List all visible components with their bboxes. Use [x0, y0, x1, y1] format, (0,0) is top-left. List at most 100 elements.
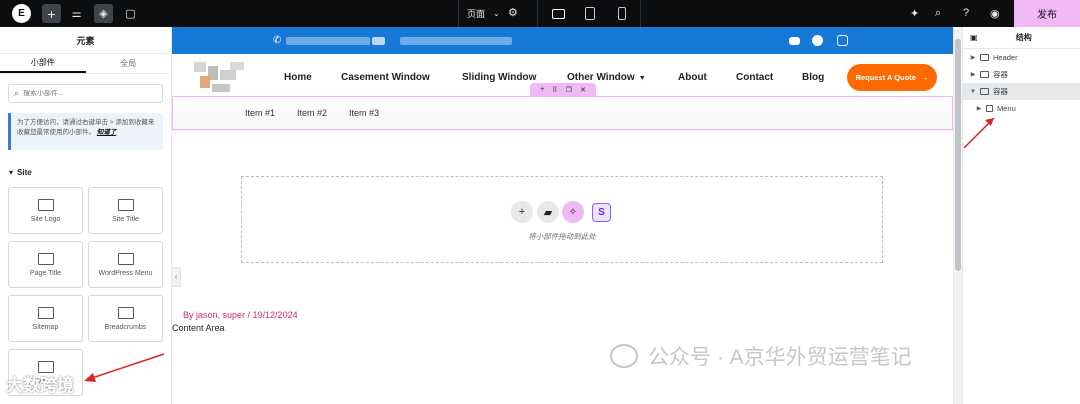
structure-panel: ▣ 结构 ▶ Header ▶ 容器 ▼ 容器 ▶ Menu	[962, 27, 1080, 404]
nav-blog[interactable]: Blog	[802, 72, 824, 83]
notice-dismiss-link[interactable]: 知道了	[97, 129, 117, 136]
nav-sliding-window[interactable]: Sliding Window	[462, 72, 536, 83]
nav-other-window[interactable]: Other Window ▼	[567, 72, 646, 83]
nav-home[interactable]: Home	[284, 72, 312, 83]
widget-label: Page Title	[29, 269, 62, 277]
notice-text: 为了方便访问，请通过右键单击 > 添加到收藏来收藏您最常使用的小部件。	[17, 119, 155, 136]
editor-canvas: ✆ Home Casement Window Sliding Window Ot…	[172, 27, 953, 404]
content-area-label: Content Area	[172, 323, 225, 333]
tree-item-container[interactable]: ▶ 容器	[963, 66, 1080, 83]
editor-topbar: E + ⚌ ◈ ▢ 页面 ⌄ ⚙ ✦ ⌕ ? ◉ 发布	[0, 0, 1080, 27]
tree-item-header[interactable]: ▶ Header	[963, 49, 1080, 66]
help-icon[interactable]: ?	[963, 7, 969, 19]
caret-down-icon[interactable]: ▼	[969, 89, 977, 95]
container-icon	[980, 54, 989, 61]
menu-item[interactable]: Item #3	[349, 108, 379, 118]
widget-search-input[interactable]	[23, 90, 154, 97]
wechat-icon	[610, 344, 638, 368]
caret-right-icon[interactable]: ▶	[975, 105, 983, 112]
nav-casement-window[interactable]: Casement Window	[341, 72, 430, 83]
container-icon	[980, 71, 989, 78]
layers-icon[interactable]: ◈	[94, 4, 113, 23]
tree-item-container-selected[interactable]: ▼ 容器	[963, 83, 1080, 100]
close-icon[interactable]: ✕	[580, 86, 586, 94]
notifications-icon[interactable]: ✦	[910, 7, 919, 20]
tree-label: Menu	[997, 104, 1016, 113]
device-switcher	[537, 0, 641, 27]
widget-site-title[interactable]: Site Title	[88, 187, 163, 234]
structure-header: ▣ 结构	[963, 27, 1080, 49]
chevron-down-icon: ⌄	[493, 9, 500, 18]
request-quote-button[interactable]: Request A Quote →	[847, 64, 937, 91]
panel-title: 元素	[0, 27, 171, 54]
tree-label: Header	[993, 53, 1018, 62]
scroll-thumb[interactable]	[955, 39, 961, 271]
blurred-contact	[372, 37, 385, 45]
menu-item[interactable]: Item #1	[245, 108, 275, 118]
sitemap-icon	[37, 306, 54, 319]
desktop-icon[interactable]	[552, 9, 565, 19]
instagram-icon[interactable]	[837, 35, 848, 46]
elementor-logo-icon[interactable]: E	[12, 4, 31, 23]
search-icon[interactable]: ⌕	[935, 7, 941, 20]
preview-eye-icon[interactable]: ◉	[990, 7, 1000, 20]
tablet-icon[interactable]	[585, 7, 595, 20]
add-section-button[interactable]: +	[511, 201, 533, 223]
caret-right-icon[interactable]: ▶	[969, 71, 977, 78]
ai-sparkle-icon[interactable]: ✧	[562, 201, 584, 223]
nav-about[interactable]: About	[678, 72, 707, 83]
structure-title: 结构	[1015, 33, 1032, 42]
arrow-right-icon: →	[920, 73, 929, 82]
add-icon[interactable]: +	[540, 86, 544, 93]
widget-label: Breadcrumbs	[104, 323, 147, 331]
publish-button[interactable]: 发布	[1014, 0, 1080, 27]
site-logo-icon	[37, 198, 54, 211]
canvas-scrollbar[interactable]	[953, 27, 962, 404]
mobile-icon[interactable]	[618, 7, 626, 20]
caret-right-icon[interactable]: ▶	[969, 54, 977, 61]
section-site[interactable]: ▾ Site	[9, 168, 32, 177]
starter-kit-icon[interactable]: S	[592, 203, 611, 222]
site-topbar: ✆	[172, 27, 953, 54]
widget-label: Site Logo	[30, 215, 61, 223]
gear-icon[interactable]: ⚙	[508, 6, 518, 19]
page-select-label: 页面	[467, 9, 486, 19]
widget-page-title[interactable]: Page Title	[8, 241, 83, 288]
collapse-all-icon[interactable]: ▣	[970, 33, 978, 42]
blurred-contact	[400, 37, 512, 45]
duplicate-icon[interactable]: ❐	[566, 86, 572, 94]
tree-item-menu[interactable]: ▶ Menu	[963, 100, 1080, 117]
widget-wordpress-menu[interactable]: WordPress Menu	[88, 241, 163, 288]
container-edit-handle[interactable]: + ⠿ ❐ ✕	[530, 83, 596, 96]
tab-widgets[interactable]: 小部件	[0, 54, 86, 73]
collapse-panel-button[interactable]: ‹	[172, 267, 181, 287]
site-logo[interactable]	[194, 62, 248, 96]
container-icon	[980, 88, 989, 95]
widget-breadcrumbs[interactable]: Breadcrumbs	[88, 295, 163, 342]
menu-container[interactable]: Item #1 Item #2 Item #3	[172, 96, 953, 130]
add-element-button[interactable]: +	[42, 4, 61, 23]
pinterest-icon[interactable]	[812, 35, 823, 46]
breadcrumbs-icon	[117, 306, 134, 319]
widget-drop-zone[interactable]: + ▰ ✧ S 将小部件拖动到此处	[241, 176, 883, 263]
widget-site-logo[interactable]: Site Logo	[8, 187, 83, 234]
section-title: Site	[17, 168, 32, 177]
page-title-icon	[37, 252, 54, 265]
comment-icon[interactable]: ▢	[121, 4, 140, 23]
caret-down-icon: ▼	[638, 75, 646, 82]
drag-handle-icon[interactable]: ⠿	[552, 86, 557, 94]
youtube-icon[interactable]	[789, 37, 800, 45]
tab-global[interactable]: 全局	[86, 54, 172, 73]
widget-label: Sitemap	[32, 323, 59, 331]
widget-search[interactable]: ⌕	[8, 84, 163, 103]
site-title-icon	[117, 198, 134, 211]
widget-label: WordPress Menu	[98, 269, 153, 277]
quote-label: Request A Quote	[855, 73, 916, 82]
template-library-icon[interactable]: ▰	[537, 201, 559, 223]
menu-item[interactable]: Item #2	[297, 108, 327, 118]
sliders-icon[interactable]: ⚌	[67, 4, 86, 23]
page-select[interactable]: 页面 ⌄	[458, 0, 536, 27]
corner-watermark: 大数跨境	[6, 376, 74, 395]
widget-sitemap[interactable]: Sitemap	[8, 295, 83, 342]
nav-contact[interactable]: Contact	[736, 72, 773, 83]
